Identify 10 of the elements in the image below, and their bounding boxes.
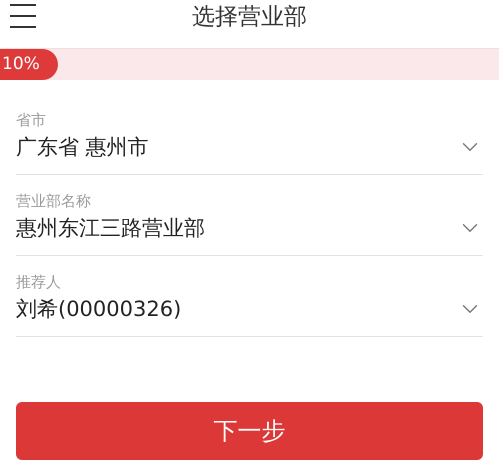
field-label: 推荐人 — [16, 272, 62, 292]
next-button[interactable]: 下一步 — [16, 402, 483, 460]
field-value[interactable]: 广东省 惠州市 — [16, 130, 149, 164]
field-value[interactable]: 刘希(00000326) — [16, 292, 182, 326]
progress-reading: 10% — [1, 52, 40, 76]
field-label: 省市 — [16, 110, 47, 130]
field-value[interactable]: 惠州东江三路营业部 — [16, 211, 205, 245]
page-title: 选择营业部 — [192, 3, 307, 32]
menu-icon[interactable] — [10, 4, 36, 28]
field-label: 营业部名称 — [16, 191, 92, 211]
